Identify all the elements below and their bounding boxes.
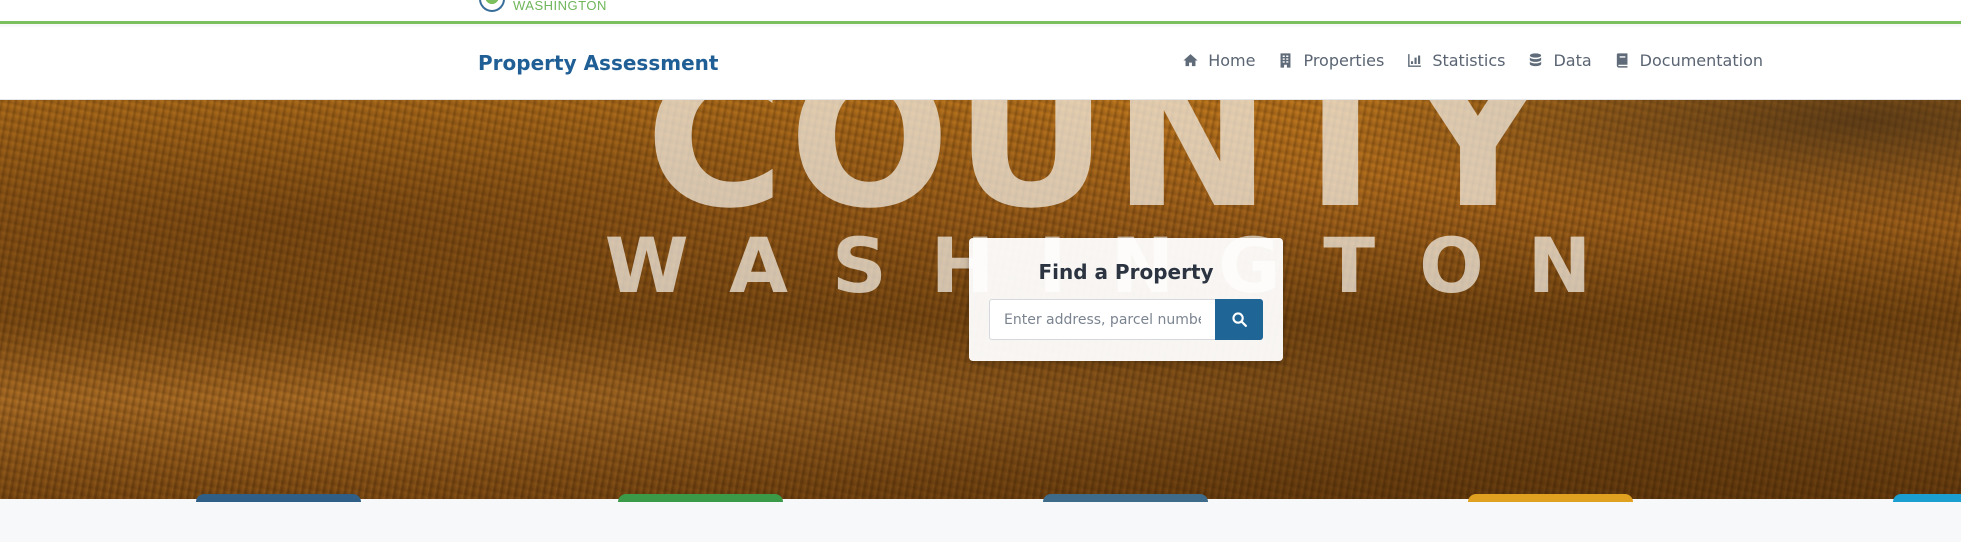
bar-chart-icon: [1408, 54, 1422, 67]
nav-menu: Home Properties Statistics Data Document…: [1182, 51, 1763, 70]
search-icon: [1231, 312, 1247, 328]
nav-item-label: Home: [1208, 51, 1256, 70]
home-icon: [1183, 54, 1198, 67]
county-logo-text: WASHINGTON: [513, 0, 607, 13]
county-seal-icon: [479, 0, 505, 12]
brand-title[interactable]: Property Assessment: [478, 51, 718, 75]
nav-item-label: Properties: [1303, 51, 1385, 70]
property-search-input[interactable]: [989, 299, 1215, 340]
county-top-bar: WASHINGTON: [0, 0, 1961, 24]
nav-item-label: Data: [1553, 51, 1592, 70]
search-button[interactable]: [1215, 299, 1263, 340]
nav-item-data[interactable]: Data: [1527, 51, 1592, 70]
hero-banner: COUNTY WASHINGTON Find a Property: [0, 100, 1961, 499]
building-icon: [1280, 53, 1291, 68]
nav-item-home[interactable]: Home: [1182, 51, 1255, 70]
nav-item-properties[interactable]: Properties: [1277, 51, 1384, 70]
book-icon: [1616, 53, 1628, 68]
find-property-card: Find a Property: [969, 238, 1283, 361]
content-area: [0, 494, 1961, 542]
nav-item-label: Documentation: [1639, 51, 1763, 70]
nav-item-documentation[interactable]: Documentation: [1614, 51, 1763, 70]
nav-item-label: Statistics: [1432, 51, 1506, 70]
find-property-title: Find a Property: [1038, 260, 1214, 284]
main-navbar: Property Assessment Home Properties Stat…: [0, 27, 1961, 100]
nav-item-statistics[interactable]: Statistics: [1406, 51, 1505, 70]
county-logo[interactable]: WASHINGTON: [479, 0, 607, 13]
database-icon: [1530, 53, 1542, 67]
